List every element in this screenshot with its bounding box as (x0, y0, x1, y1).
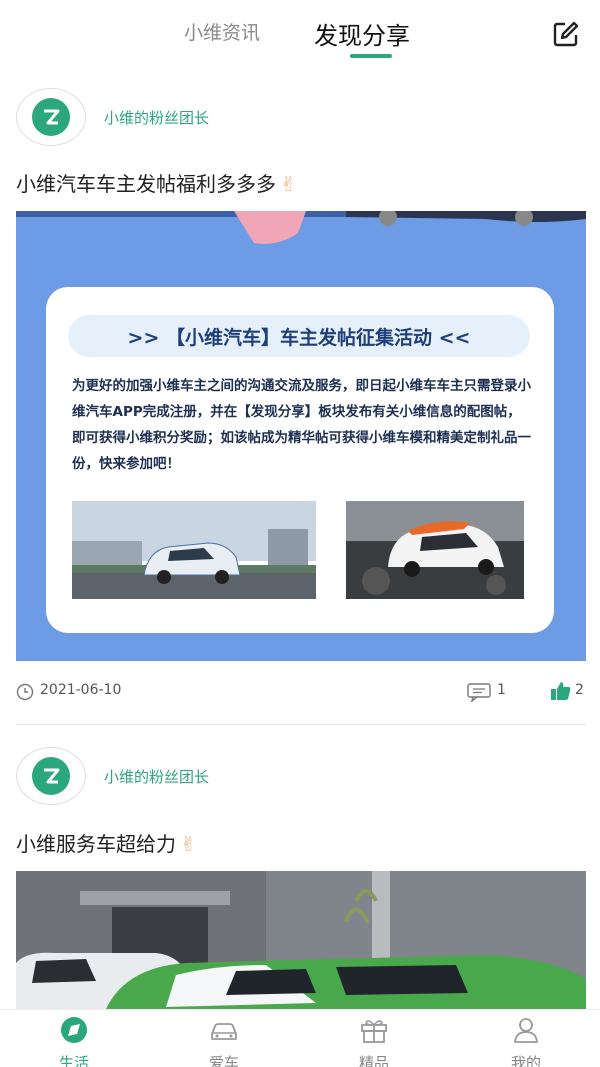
nav-label: 我的 (510, 1054, 541, 1067)
post-date: 2021-06-10 (40, 682, 122, 698)
top-tab-bar: 小维资讯 发现分享 (0, 0, 600, 64)
like-count: 2 (575, 682, 584, 698)
profile-icon (514, 1018, 538, 1043)
post-title[interactable]: 小维汽车车主发帖福利多多多 ✌ (16, 168, 297, 197)
nav-label: 爱车 (208, 1054, 239, 1067)
brand-logo-icon (32, 98, 70, 136)
banner-top-decoration (16, 211, 586, 244)
nav-item-mine[interactable]: 我的 (486, 1014, 566, 1067)
avatar[interactable] (16, 747, 86, 805)
post-title-text: 小维汽车车主发帖福利多多多 (16, 172, 276, 196)
life-icon (61, 1017, 87, 1043)
comment-count: 1 (497, 682, 506, 698)
promo-heading: >> 【小维汽车】车主发帖征集活动 << (68, 315, 530, 357)
nav-label: 精品 (358, 1054, 389, 1067)
thumbs-up-icon[interactable] (550, 680, 572, 702)
post-title[interactable]: 小维服务车超给力 ✌ (16, 828, 197, 857)
car-model-photo (346, 501, 524, 599)
promo-body: 为更好的加强小维车主之间的沟通交流及服务，即日起小维车车主只需登录小维汽车APP… (72, 378, 531, 472)
brand-logo-icon (32, 757, 70, 795)
active-tab-indicator (350, 54, 392, 58)
post-card[interactable]: 小维的粉丝团长 小维汽车车主发帖福利多多多 ✌ >> 【小维汽车】车主发帖征集活动… (0, 86, 600, 726)
car-photo-road (72, 501, 316, 599)
gift-icon (361, 1020, 387, 1043)
post-author[interactable]: 小维的粉丝团长 (104, 107, 209, 128)
victory-hand-emoji: ✌ (180, 832, 197, 856)
post-card[interactable]: 小维的粉丝团长 小维服务车超给力 ✌ (0, 745, 600, 1009)
post-title-text: 小维服务车超给力 (16, 832, 176, 856)
comment-icon[interactable] (466, 682, 492, 702)
nav-item-boutique[interactable]: 精品 (334, 1014, 414, 1067)
tab-discover-share[interactable]: 发现分享 (314, 16, 410, 51)
clock-icon (16, 683, 34, 701)
nav-item-life[interactable]: 生活 (34, 1014, 114, 1067)
victory-hand-emoji: ✌ (280, 172, 297, 196)
promo-card: >> 【小维汽车】车主发帖征集活动 << 为更好的加强小维车主之间的沟通交流及服… (46, 287, 554, 633)
tab-news[interactable]: 小维资讯 (184, 18, 260, 45)
nav-label: 生活 (58, 1054, 89, 1067)
car-icon (211, 1023, 237, 1040)
avatar[interactable] (16, 88, 86, 146)
compose-post-button[interactable] (552, 20, 580, 48)
post-image[interactable] (16, 871, 586, 1009)
post-author[interactable]: 小维的粉丝团长 (104, 766, 209, 787)
post-image[interactable]: >> 【小维汽车】车主发帖征集活动 << 为更好的加强小维车主之间的沟通交流及服… (16, 211, 586, 661)
post-divider (16, 724, 586, 725)
nav-item-car[interactable]: 爱车 (184, 1014, 264, 1067)
bottom-navigation: 生活 爱车 精品 我的 (0, 1009, 600, 1067)
service-car-photo (16, 871, 586, 1009)
post-meta: 2021-06-10 1 2 (0, 677, 600, 707)
edit-icon (553, 21, 579, 47)
